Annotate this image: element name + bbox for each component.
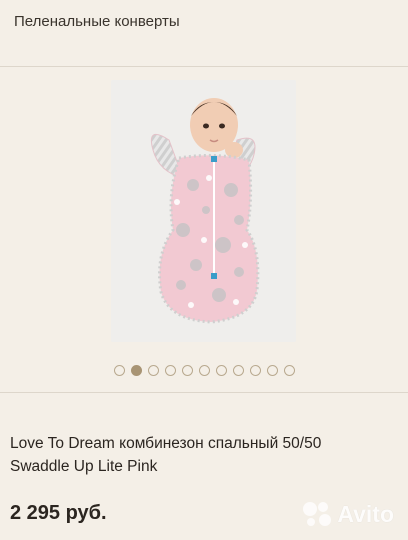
- product-title-line2: Swaddle Up Lite Pink: [10, 458, 158, 475]
- gallery-dot[interactable]: [283, 364, 295, 376]
- gallery-dot[interactable]: [266, 364, 278, 376]
- gallery-dot-active[interactable]: [130, 364, 142, 376]
- gallery-pagination: [0, 360, 408, 380]
- baby-swaddle-photo: [111, 80, 296, 342]
- gallery-dot[interactable]: [198, 364, 210, 376]
- avito-logo-icon: [303, 502, 332, 526]
- page-header: Пеленальные конверты: [0, 0, 408, 58]
- gallery-dot[interactable]: [215, 364, 227, 376]
- product-price: 2 295 руб.: [10, 502, 107, 524]
- gallery-dot[interactable]: [164, 364, 176, 376]
- gallery-dot[interactable]: [181, 364, 193, 376]
- section-divider: [0, 392, 408, 393]
- gallery-dot[interactable]: [113, 364, 125, 376]
- avito-watermark: Avito: [301, 500, 394, 528]
- header-divider: [0, 66, 408, 67]
- gallery-dot[interactable]: [249, 364, 261, 376]
- gallery-dot[interactable]: [232, 364, 244, 376]
- product-title-line1: Love To Dream комбинезон спальный 50/50: [10, 435, 322, 452]
- product-title[interactable]: Love To Dream комбинезон спальный 50/50 …: [10, 432, 400, 478]
- header-title: Пеленальные конверты: [14, 13, 180, 30]
- product-photo[interactable]: [111, 80, 296, 342]
- avito-watermark-text: Avito: [337, 500, 394, 527]
- gallery-dot[interactable]: [147, 364, 159, 376]
